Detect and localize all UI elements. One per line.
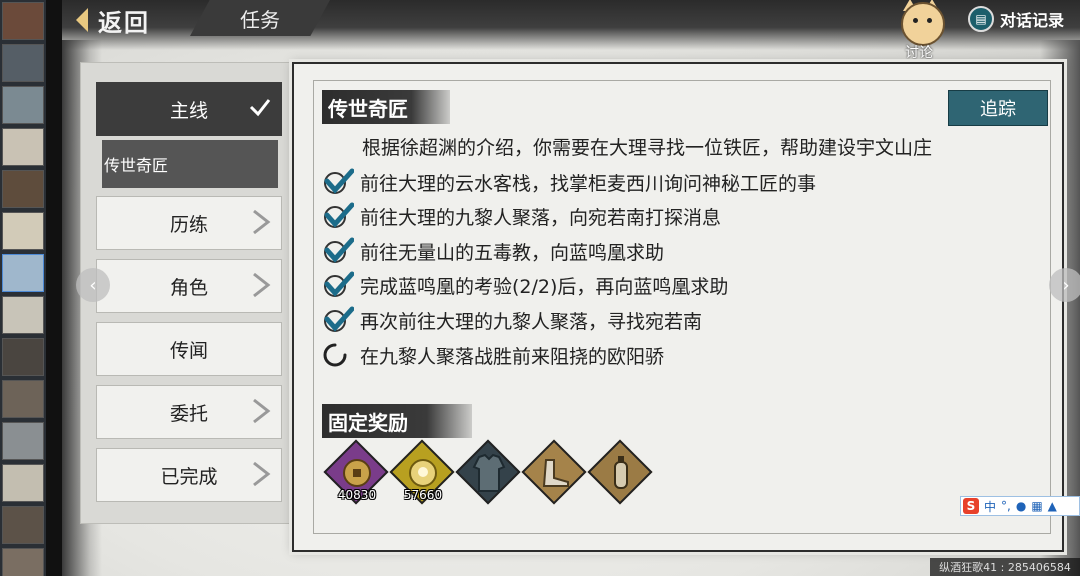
discuss-button[interactable]: 讨论 (893, 0, 953, 62)
back-button[interactable]: 返回 (76, 2, 150, 38)
thumbnail[interactable] (2, 422, 44, 460)
armor-icon (472, 453, 506, 492)
watermark: 纵酒狂歌41 : 285406584 (930, 558, 1080, 576)
dialog-log-button[interactable]: ▤ 对话记录 (968, 4, 1064, 34)
quest-description: 根据徐超渊的介绍，你需要在大理寻找一位铁匠，帮助建设宇文山庄 (362, 137, 933, 159)
trinket-icon (614, 456, 628, 489)
quest-title: 传世奇匠 (322, 90, 450, 124)
dog-eye (927, 18, 932, 23)
progress-ring-icon (323, 343, 347, 367)
menu-item-commissions[interactable]: 委托 (96, 385, 282, 439)
quest-step: 在九黎人聚落战胜前来阻挠的欧阳骄 (322, 340, 664, 370)
quest-step-text: 前往大理的云水客栈，找掌柜麦西川询问神秘工匠的事 (360, 172, 817, 195)
chevron-right-icon (253, 209, 271, 235)
ime-mode[interactable]: 中 (984, 498, 996, 515)
reward-item[interactable]: 40830 (323, 439, 390, 506)
menu-item-label: 委托 (169, 402, 208, 425)
thumbnail[interactable] (2, 296, 44, 334)
ime-logo-icon: S (963, 498, 979, 514)
ime-toolbar[interactable]: S 中 °, ● ▦ ▲ (960, 496, 1080, 516)
quest-step: 再次前往大理的九黎人聚落，寻找宛若南 (322, 305, 702, 335)
chevron-right-icon (253, 398, 271, 424)
thumbnail[interactable] (2, 380, 44, 418)
menu-main-quest[interactable]: 主线 (96, 82, 282, 136)
page-title: 任务 (190, 0, 330, 36)
quest-step: 完成蓝鸣凰的考验(2/2)后，再向蓝鸣凰求助 (322, 270, 728, 300)
thumbnail[interactable] (2, 2, 44, 40)
thumbnail-strip[interactable] (0, 0, 46, 576)
submenu-quest-item[interactable]: 传世奇匠 (102, 140, 278, 188)
thumbnail[interactable] (2, 86, 44, 124)
reward-item[interactable] (521, 439, 588, 506)
reward-count: 40830 (337, 488, 377, 502)
checkmark-icon (324, 168, 354, 194)
thumbnail[interactable] (2, 128, 44, 166)
quest-step-text: 前往无量山的五毒教，向蓝鸣凰求助 (360, 241, 665, 264)
chevron-right-icon (253, 461, 271, 487)
menu-item-trials[interactable]: 历练 (96, 196, 282, 250)
menu-item-completed[interactable]: 已完成 (96, 448, 282, 502)
discuss-label: 讨论 (905, 45, 933, 61)
reward-item[interactable] (587, 439, 654, 506)
quest-step: 前往无量山的五毒教，向蓝鸣凰求助 (322, 236, 664, 266)
menu-item-label: 传闻 (169, 339, 208, 362)
microphone-icon[interactable]: ● (1016, 499, 1026, 513)
book-icon: ▤ (968, 6, 994, 32)
previous-page-button[interactable]: ‹ (76, 268, 110, 302)
menu-item-label: 历练 (169, 213, 208, 236)
checkmark-icon (324, 271, 354, 297)
thumbnail[interactable] (2, 548, 44, 576)
quest-step-text: 完成蓝鸣凰的考验(2/2)后，再向蓝鸣凰求助 (360, 275, 729, 298)
skin-icon[interactable]: ▲ (1048, 499, 1057, 513)
quest-step: 前往大理的云水客栈，找掌柜麦西川询问神秘工匠的事 (322, 167, 816, 197)
back-label: 返回 (98, 8, 150, 37)
checkmark-icon (249, 99, 271, 117)
back-arrow-icon (76, 8, 88, 32)
quest-step-text: 在九黎人聚落战胜前来阻挠的欧阳骄 (360, 345, 665, 368)
thumbnail[interactable] (2, 254, 44, 292)
menu-main-label: 主线 (169, 99, 208, 122)
thumbnail[interactable] (2, 44, 44, 82)
thumbnail[interactable] (2, 506, 44, 544)
quest-step-text: 再次前往大理的九黎人聚落，寻找宛若南 (360, 310, 703, 333)
dog-avatar-icon (901, 2, 945, 46)
checkmark-icon (324, 237, 354, 263)
thumbnail[interactable] (2, 338, 44, 376)
quest-step: 前往大理的九黎人聚落，向宛若南打探消息 (322, 201, 721, 231)
chevron-right-icon (253, 272, 271, 298)
dog-eye (913, 18, 918, 23)
menu-item-label: 角色 (169, 276, 208, 299)
thumbnail[interactable] (2, 170, 44, 208)
rewards-heading: 固定奖励 (322, 404, 472, 438)
quest-step-text: 前往大理的九黎人聚落，向宛若南打探消息 (360, 206, 722, 229)
thumbnail[interactable] (2, 464, 44, 502)
next-page-button[interactable]: › (1049, 268, 1080, 302)
reward-item[interactable] (455, 439, 522, 506)
reward-item[interactable]: 57660 (389, 439, 456, 506)
track-button[interactable]: 追踪 (948, 90, 1048, 126)
divider (46, 0, 62, 576)
menu-item-label: 已完成 (160, 465, 218, 488)
experience-icon (409, 459, 437, 487)
menu-item-characters[interactable]: 角色 (96, 259, 282, 313)
checkmark-icon (324, 202, 354, 228)
reward-count: 57660 (403, 488, 443, 502)
coin-icon (343, 459, 371, 487)
checkmark-icon (324, 306, 354, 332)
boots-icon (542, 459, 569, 487)
thumbnail[interactable] (2, 212, 44, 250)
dialog-log-label: 对话记录 (1000, 11, 1065, 30)
ime-punctuation-icon[interactable]: °, (1001, 499, 1011, 513)
keyboard-icon[interactable]: ▦ (1031, 499, 1042, 513)
menu-item-rumors[interactable]: 传闻 (96, 322, 282, 376)
